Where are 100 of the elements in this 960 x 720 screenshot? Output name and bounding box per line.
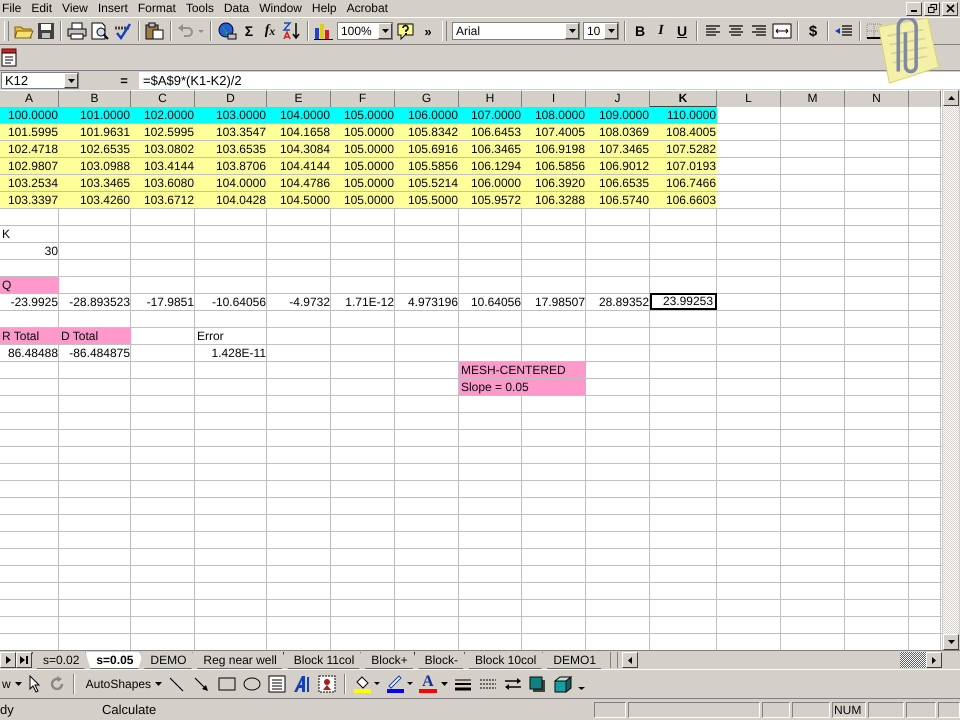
column-header[interactable]: F bbox=[331, 90, 395, 108]
column-header[interactable]: D bbox=[195, 90, 267, 108]
print-preview-icon[interactable] bbox=[90, 22, 110, 40]
scroll-left-icon[interactable] bbox=[628, 656, 632, 664]
vertical-scrollbar[interactable] bbox=[942, 90, 959, 650]
printer-icon[interactable] bbox=[67, 22, 87, 40]
font-size-dropdown[interactable]: 10 bbox=[583, 22, 619, 40]
globe-icon[interactable] bbox=[217, 22, 237, 40]
formula-field[interactable]: =$A$9*(K1-K2)/2 bbox=[139, 72, 960, 89]
menu-item[interactable]: Edit bbox=[26, 1, 58, 16]
menu-item[interactable]: Format bbox=[132, 1, 181, 16]
restore-button[interactable] bbox=[924, 2, 940, 16]
table-cell-text: 4.973196 bbox=[406, 294, 459, 310]
menu-item[interactable]: Help bbox=[306, 1, 342, 16]
table-cell: 107.3465 bbox=[586, 141, 650, 157]
draw-menu[interactable]: w bbox=[0, 677, 22, 691]
italic-button[interactable]: I bbox=[652, 21, 670, 41]
table-cell-text: -28.893523 bbox=[68, 294, 131, 310]
spelling-check-icon[interactable] bbox=[113, 22, 133, 40]
column-header[interactable]: A bbox=[0, 90, 59, 108]
table-cell: 108.0000 bbox=[522, 107, 586, 123]
table-cell: 103.2534 bbox=[0, 175, 59, 191]
caret-icon bbox=[608, 29, 614, 33]
table-cell: Q bbox=[2, 278, 12, 292]
borders-icon[interactable] bbox=[866, 22, 882, 40]
table-cell: 103.8706 bbox=[195, 158, 267, 174]
column-header[interactable]: M bbox=[781, 90, 845, 108]
autosum-button[interactable]: Σ bbox=[240, 21, 258, 41]
font-color-button[interactable]: A bbox=[419, 675, 448, 693]
column-header[interactable]: B bbox=[59, 90, 131, 108]
column-header[interactable]: L bbox=[717, 90, 781, 108]
name-box[interactable]: K12 bbox=[1, 72, 79, 89]
table-cell: D Total bbox=[61, 329, 98, 343]
table-cell: 106.5740 bbox=[586, 192, 650, 208]
table-cell: 105.5856 bbox=[395, 158, 459, 174]
column-header[interactable]: N bbox=[845, 90, 909, 108]
autoshapes-menu[interactable]: AutoShapes bbox=[86, 677, 162, 691]
sheet-tab[interactable]: s=0.05 bbox=[85, 652, 144, 668]
horizontal-scrollbar[interactable] bbox=[622, 652, 942, 668]
column-header[interactable]: I bbox=[522, 90, 586, 108]
scroll-down-icon[interactable] bbox=[948, 640, 954, 644]
text-box-icon[interactable] bbox=[267, 675, 288, 693]
clip-art-icon[interactable] bbox=[317, 675, 338, 693]
caret-icon bbox=[568, 29, 576, 33]
underline-button[interactable]: U bbox=[673, 21, 691, 41]
close-button[interactable] bbox=[942, 2, 958, 16]
restore-icon bbox=[928, 4, 936, 13]
column-header[interactable]: E bbox=[267, 90, 331, 108]
last-sheet-icon[interactable] bbox=[16, 652, 32, 668]
currency-button[interactable]: $ bbox=[804, 21, 822, 41]
table-cell: 103.3397 bbox=[0, 192, 59, 208]
table-cell: 106.1294 bbox=[459, 158, 522, 174]
shadow-icon[interactable] bbox=[528, 675, 548, 693]
table-cell: 105.5000 bbox=[395, 192, 459, 208]
save-icon[interactable] bbox=[37, 22, 55, 40]
line-color-icon[interactable] bbox=[386, 674, 414, 694]
menu-item[interactable]: View bbox=[57, 1, 93, 16]
column-header[interactable]: G bbox=[395, 90, 459, 108]
menu-item[interactable]: Data bbox=[218, 1, 254, 16]
minimize-button[interactable] bbox=[906, 2, 922, 16]
pointer-icon[interactable] bbox=[26, 675, 43, 693]
tab-split-handle[interactable] bbox=[610, 652, 618, 668]
scroll-right-icon[interactable] bbox=[932, 656, 936, 664]
bar-chart-icon[interactable] bbox=[314, 22, 334, 40]
column-header[interactable] bbox=[909, 90, 941, 108]
status-panel bbox=[868, 702, 904, 718]
column-header[interactable]: C bbox=[131, 90, 195, 108]
table-cell: 107.4005 bbox=[522, 124, 586, 140]
column-header[interactable]: H bbox=[459, 90, 522, 108]
menu-item[interactable]: Insert bbox=[92, 1, 133, 16]
table-cell: 105.8342 bbox=[395, 124, 459, 140]
merge-center-icon[interactable] bbox=[772, 22, 792, 40]
3d-cube-icon[interactable] bbox=[552, 675, 573, 693]
sort-ascending-icon[interactable] bbox=[282, 22, 302, 40]
scroll-up-icon[interactable] bbox=[948, 96, 954, 100]
paste-icon[interactable] bbox=[145, 22, 165, 40]
table-cell: 23.99253 bbox=[650, 293, 717, 310]
bold-button[interactable]: B bbox=[631, 21, 649, 41]
zoom-dropdown[interactable]: 100% bbox=[337, 22, 393, 40]
table-cell: 102.4718 bbox=[0, 141, 59, 157]
column-header[interactable]: J bbox=[586, 90, 650, 108]
more-buttons-button[interactable]: » bbox=[419, 21, 437, 41]
next-sheet-icon[interactable] bbox=[0, 652, 16, 668]
menu-item[interactable]: Tools bbox=[180, 1, 219, 16]
rectangle-icon[interactable] bbox=[217, 675, 238, 693]
table-cell: 105.0000 bbox=[331, 175, 395, 191]
equals-sign[interactable]: = bbox=[79, 73, 139, 88]
arrow-style-icon[interactable] bbox=[502, 675, 523, 693]
column-header[interactable]: K bbox=[650, 90, 717, 108]
help-icon[interactable] bbox=[396, 22, 416, 40]
scroll-thumb[interactable] bbox=[900, 652, 926, 668]
table-cell: Slope = 0.05 bbox=[461, 380, 529, 394]
menu-item[interactable]: File bbox=[0, 1, 26, 16]
menu-item[interactable]: Acrobat bbox=[342, 1, 393, 16]
table-cell-text: 30 bbox=[44, 243, 59, 259]
oval-icon[interactable] bbox=[242, 675, 262, 693]
fill-color-icon[interactable] bbox=[353, 674, 382, 694]
font-dropdown[interactable]: Arial bbox=[452, 22, 580, 40]
menu-item[interactable]: Window bbox=[254, 1, 307, 16]
paperclip-drawing[interactable] bbox=[878, 18, 940, 84]
